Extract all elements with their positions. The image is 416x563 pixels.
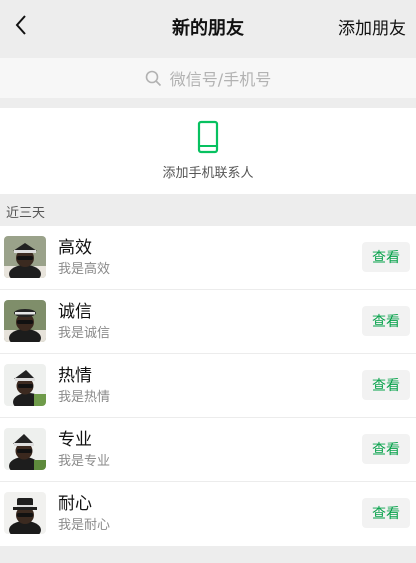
section-header-recent: 近三天	[0, 196, 416, 226]
friend-message: 我是热情	[58, 390, 111, 405]
search-icon	[145, 70, 161, 86]
search-placeholder: 微信号/手机号	[169, 70, 272, 89]
avatar	[4, 236, 46, 278]
avatar	[4, 364, 46, 406]
friend-request-row[interactable]: 热情 我是热情 查看	[0, 354, 416, 418]
friend-request-row[interactable]: 耐心 我是耐心 查看	[0, 482, 416, 546]
friend-request-row[interactable]: 专业 我是专业 查看	[0, 418, 416, 482]
view-button[interactable]: 查看	[362, 242, 410, 272]
add-phone-contacts[interactable]: 添加手机联系人	[0, 108, 416, 194]
friend-request-row[interactable]: 诚信 我是诚信 查看	[0, 290, 416, 354]
friend-request-list: 高效 我是高效 查看 诚信 我是诚信 查看 热情 我是热情 查看 专业 我是专业…	[0, 226, 416, 546]
avatar	[4, 428, 46, 470]
view-button[interactable]: 查看	[362, 370, 410, 400]
nav-bar: 新的朋友 添加朋友	[0, 0, 416, 52]
friend-name: 耐心	[58, 494, 92, 514]
search-input[interactable]: 微信号/手机号	[0, 58, 416, 98]
friend-name: 热情	[58, 366, 92, 386]
friend-name: 高效	[58, 238, 92, 258]
friend-request-row[interactable]: 高效 我是高效 查看	[0, 226, 416, 290]
phone-icon	[197, 120, 219, 154]
friend-message: 我是高效	[58, 262, 111, 277]
avatar	[4, 300, 46, 342]
friend-message: 我是专业	[58, 454, 111, 469]
view-button[interactable]: 查看	[362, 434, 410, 464]
add-friend-button[interactable]: 添加朋友	[338, 14, 406, 39]
friend-message: 我是诚信	[58, 326, 111, 341]
view-button[interactable]: 查看	[362, 306, 410, 336]
friend-name: 专业	[58, 430, 92, 450]
friend-message: 我是耐心	[58, 518, 111, 533]
add-phone-contacts-label: 添加手机联系人	[162, 166, 254, 181]
view-button[interactable]: 查看	[362, 498, 410, 528]
friend-name: 诚信	[58, 302, 92, 322]
avatar	[4, 492, 46, 534]
